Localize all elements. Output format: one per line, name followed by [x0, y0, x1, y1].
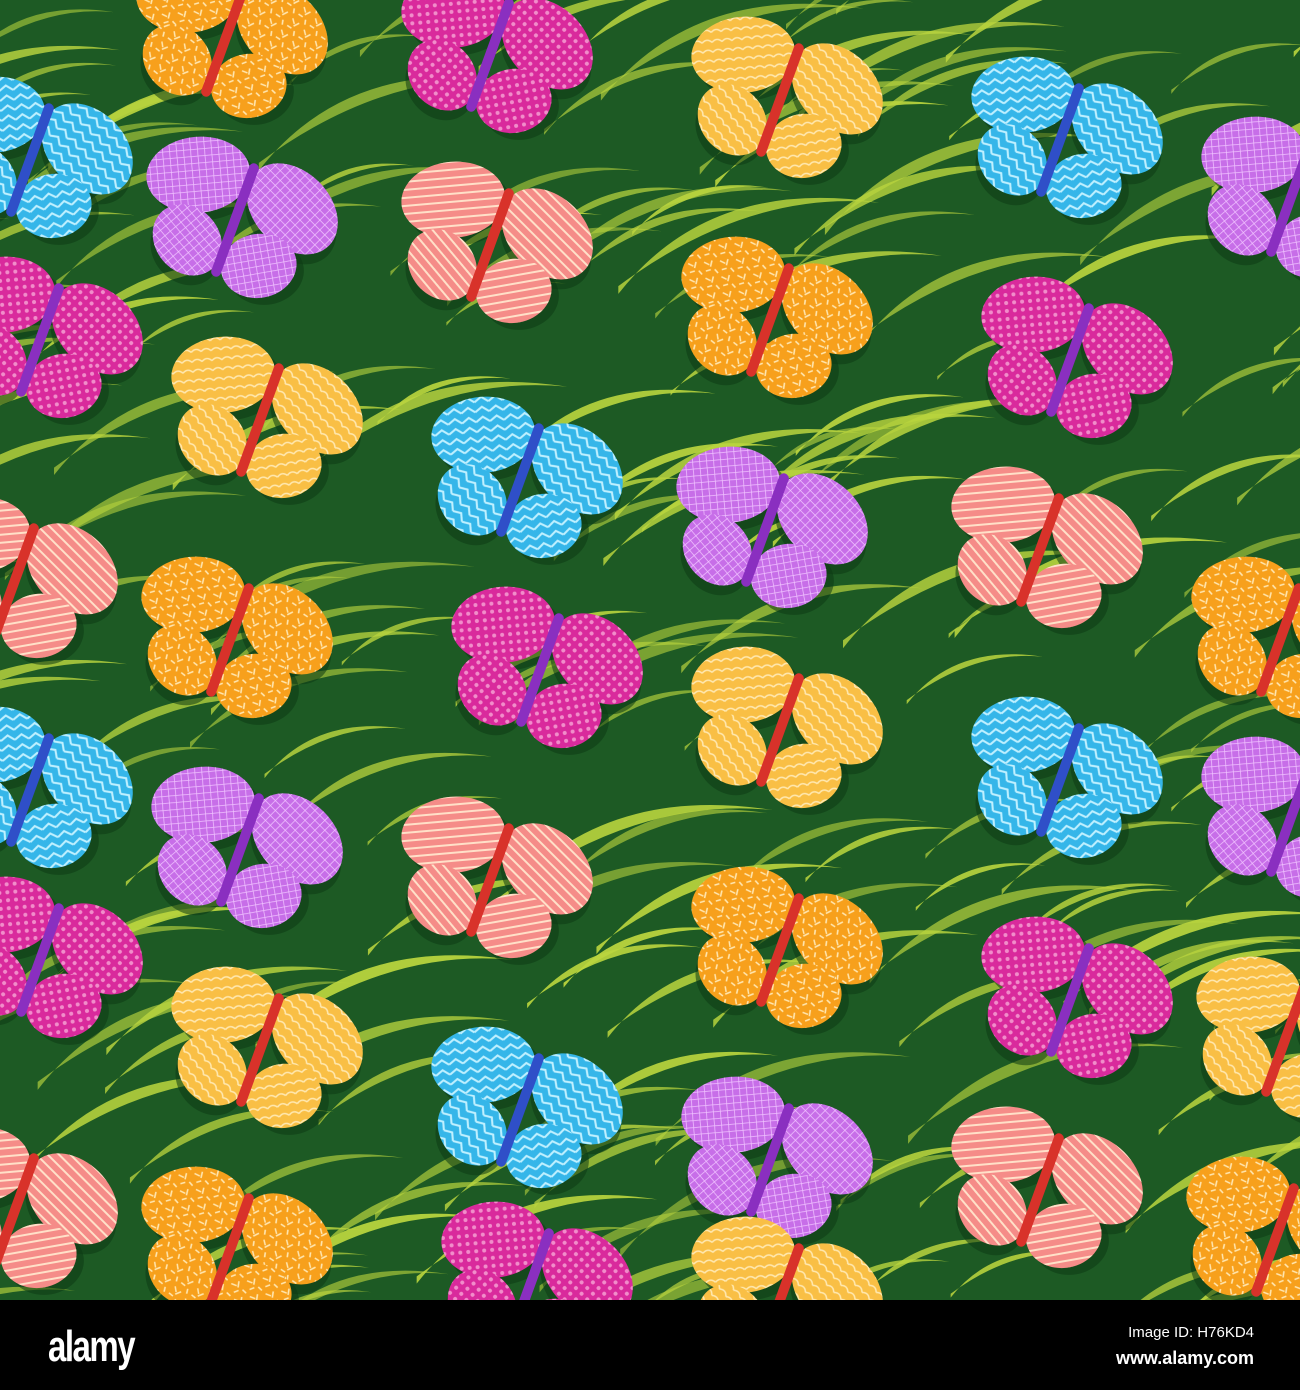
alamy-logo: alamy [48, 1322, 136, 1371]
butterfly-pattern-artwork [0, 0, 1300, 1300]
stock-image: alamy Image ID: H76KD4 www.alamy.com [0, 0, 1300, 1390]
watermark-bar: alamy Image ID: H76KD4 www.alamy.com [0, 1300, 1300, 1390]
site-url: www.alamy.com [1115, 1348, 1254, 1368]
image-id: Image ID: H76KD4 [1128, 1324, 1254, 1341]
